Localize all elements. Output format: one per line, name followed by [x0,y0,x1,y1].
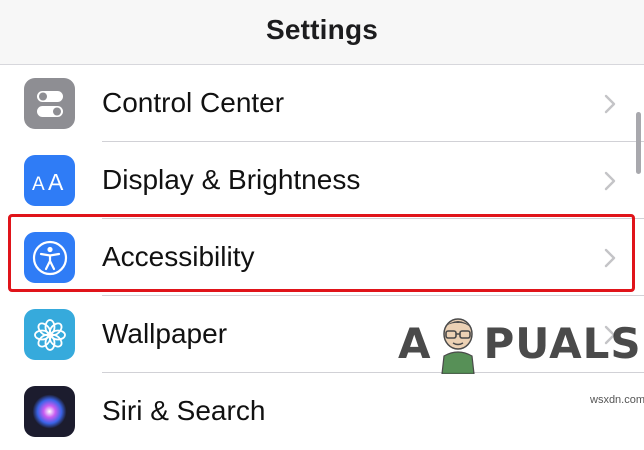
svg-text:A: A [48,169,64,195]
page-title: Settings [265,14,379,45]
svg-text:A: A [32,174,45,195]
appuals-watermark: A PUALS [398,312,642,376]
chevron-right-icon [604,171,616,191]
settings-row-label: Display & Brightness [102,164,361,195]
settings-row-label: Control Center [102,87,285,118]
text-size-aa-icon: A A [24,155,75,206]
navigation-bar: Settings [0,0,644,65]
settings-row-control-center[interactable]: Control Center [0,65,644,142]
toggle-switches-icon [24,78,75,129]
site-credit: wsxdn.com [590,394,644,406]
scroll-indicator[interactable] [636,112,641,174]
settings-row-label: Siri & Search [102,395,266,426]
mascot-icon [440,318,475,374]
settings-row-label: Wallpaper [102,318,228,349]
highlight-box [8,214,635,292]
chevron-right-icon [604,94,616,114]
flower-icon [24,309,75,360]
settings-row-display-brightness[interactable]: A A Display & Brightness [0,142,644,219]
